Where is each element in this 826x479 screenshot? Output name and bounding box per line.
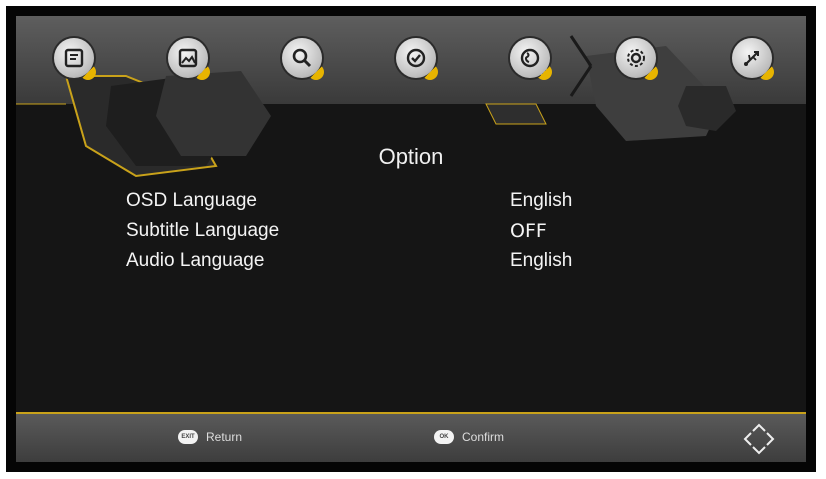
- confirm-label: Confirm: [462, 430, 505, 444]
- return-label: Return: [206, 430, 243, 444]
- option-row-audio-language[interactable]: Audio Language English: [126, 250, 686, 278]
- exit-key-icon: EXIT: [178, 430, 198, 444]
- option-row-subtitle-language[interactable]: Subtitle Language OFF: [126, 220, 686, 248]
- option-value: OFF: [510, 220, 547, 242]
- time-icon[interactable]: [396, 38, 442, 84]
- tv-frame: Option OSD Language English Subtitle Lan…: [6, 6, 816, 472]
- footer-bar: EXIT Return OK Confirm: [16, 412, 806, 462]
- return-hint[interactable]: EXIT Return: [178, 430, 242, 444]
- picture-icon[interactable]: [168, 38, 214, 84]
- option-value: English: [510, 190, 573, 211]
- confirm-hint[interactable]: OK Confirm: [434, 430, 504, 444]
- globe-icon[interactable]: [510, 38, 556, 84]
- option-label: OSD Language: [126, 190, 257, 211]
- option-row-osd-language[interactable]: OSD Language English: [126, 190, 686, 218]
- page-title: Option: [378, 144, 444, 169]
- search-icon[interactable]: [282, 38, 328, 84]
- osd-screen: Option OSD Language English Subtitle Lan…: [16, 16, 806, 462]
- option-label: Audio Language: [126, 250, 265, 271]
- navigation-arrows-icon: [743, 423, 775, 455]
- option-label: Subtitle Language: [126, 220, 280, 241]
- settings-gear-icon[interactable]: [616, 38, 662, 84]
- option-value: English: [510, 250, 573, 271]
- usb-icon[interactable]: [732, 38, 778, 84]
- ok-key-icon: OK: [434, 430, 454, 444]
- program-icon[interactable]: [54, 38, 100, 84]
